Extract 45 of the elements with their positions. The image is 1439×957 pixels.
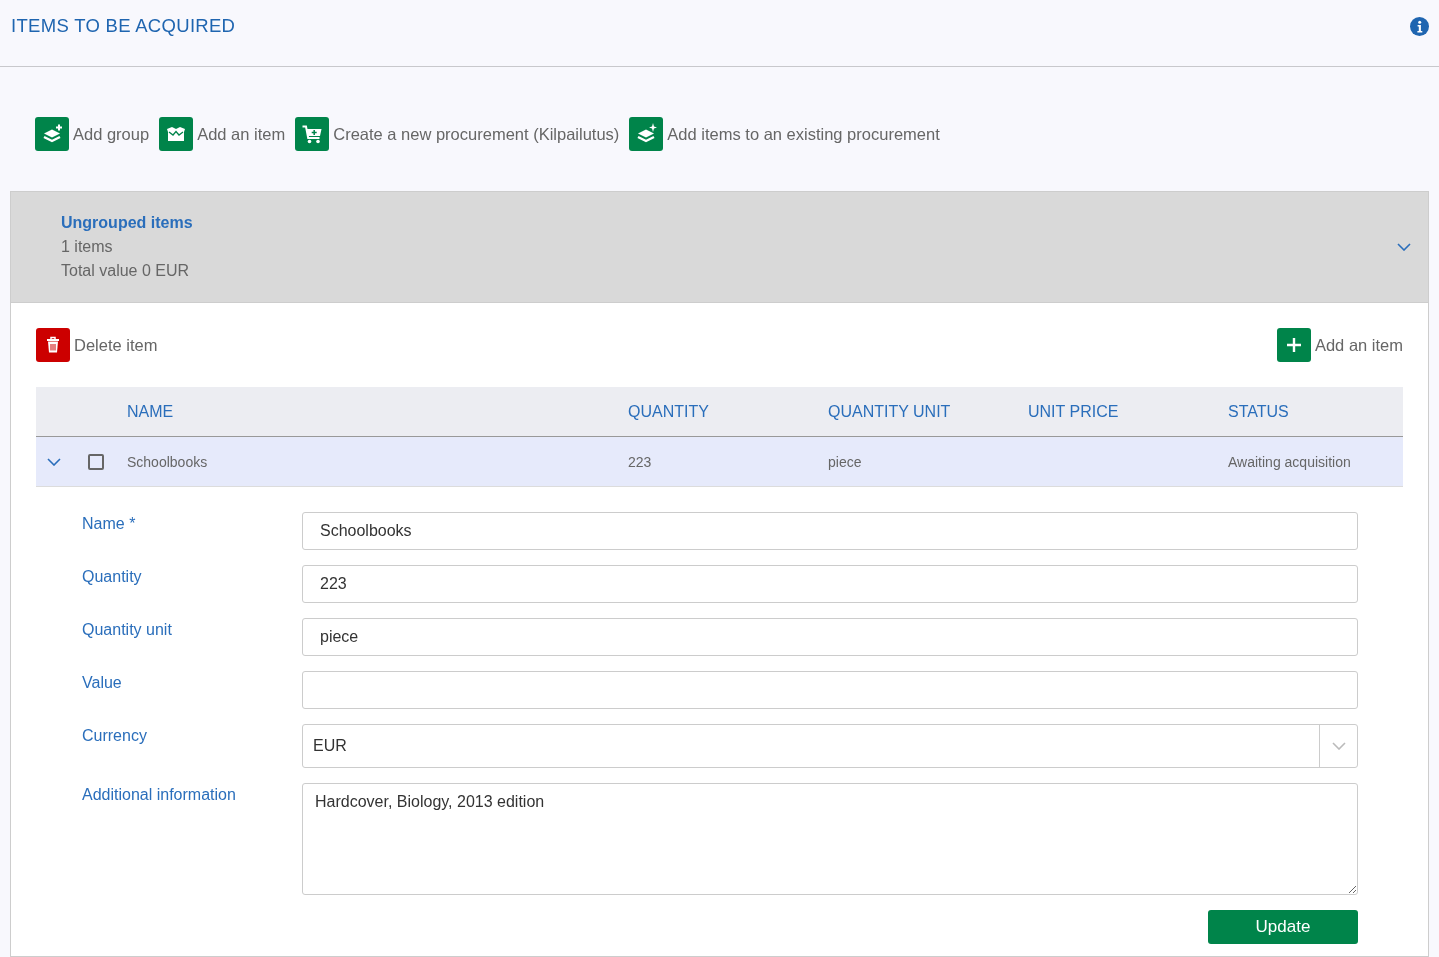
- text-field[interactable]: Schoolbooks: [302, 512, 1358, 550]
- dropdown-field[interactable]: EUR: [302, 724, 1358, 768]
- add-button[interactable]: Add an item: [1276, 328, 1403, 362]
- table-cell: Awaiting acquisition: [1228, 453, 1351, 470]
- layers-plus-icon: [35, 117, 69, 151]
- text-field[interactable]: piece: [302, 618, 1358, 656]
- toolbar-button[interactable]: Add an item: [159, 117, 286, 151]
- field-label: Quantity unit: [82, 620, 173, 640]
- cart-plus-icon: [295, 117, 330, 151]
- group-header[interactable]: Ungrouped items 1 items Total value 0 EUR: [10, 191, 1429, 303]
- table-row[interactable]: Schoolbooks 223 piece Awaiting acquisition: [36, 437, 1403, 487]
- item-count: 1 items: [61, 237, 114, 257]
- layers-sparkle-icon: [629, 117, 664, 151]
- table-cell: 223: [628, 453, 652, 470]
- update-button[interactable]: Update: [1208, 910, 1358, 944]
- text-field[interactable]: [302, 671, 1358, 709]
- page-title: ITEMS TO BE ACQUIRED: [11, 15, 236, 37]
- column-header: UNIT PRICE: [1028, 402, 1119, 421]
- toolbar-button[interactable]: Add items to an existing procurement: [629, 117, 940, 151]
- field-label: Currency: [82, 726, 148, 746]
- field-label: Quantity: [82, 567, 143, 587]
- delete-button[interactable]: Delete item: [36, 328, 158, 362]
- toolbar-button[interactable]: Create a new procurement (Kilpailutus): [295, 117, 620, 151]
- field-label: Value: [82, 673, 123, 693]
- trash-icon: [36, 328, 70, 362]
- column-header: STATUS: [1228, 402, 1289, 421]
- open-box-icon: [159, 117, 194, 151]
- checkbox[interactable]: [88, 453, 104, 470]
- plus-icon: [1276, 328, 1311, 362]
- field-label: Name *: [82, 514, 137, 534]
- field-label: Additional information: [82, 785, 237, 805]
- text-field[interactable]: 223: [302, 565, 1358, 603]
- total-value: Total value 0 EUR: [61, 261, 191, 281]
- group-title: Ungrouped items: [61, 213, 193, 233]
- table-cell: piece: [828, 453, 862, 470]
- column-header: NAME: [127, 402, 174, 421]
- text-area-field[interactable]: Hardcover, Biology, 2013 edition: [302, 783, 1358, 895]
- toolbar-button[interactable]: Add group: [35, 117, 150, 151]
- chevron-down-icon[interactable]: [47, 457, 61, 466]
- table-cell: Schoolbooks: [127, 453, 208, 470]
- chevron-down-icon[interactable]: [1397, 243, 1411, 251]
- column-header: QUANTITY: [628, 402, 709, 421]
- chevron-down-icon: [1331, 742, 1346, 750]
- info-icon[interactable]: [1410, 16, 1429, 36]
- column-header: QUANTITY UNIT: [828, 402, 951, 421]
